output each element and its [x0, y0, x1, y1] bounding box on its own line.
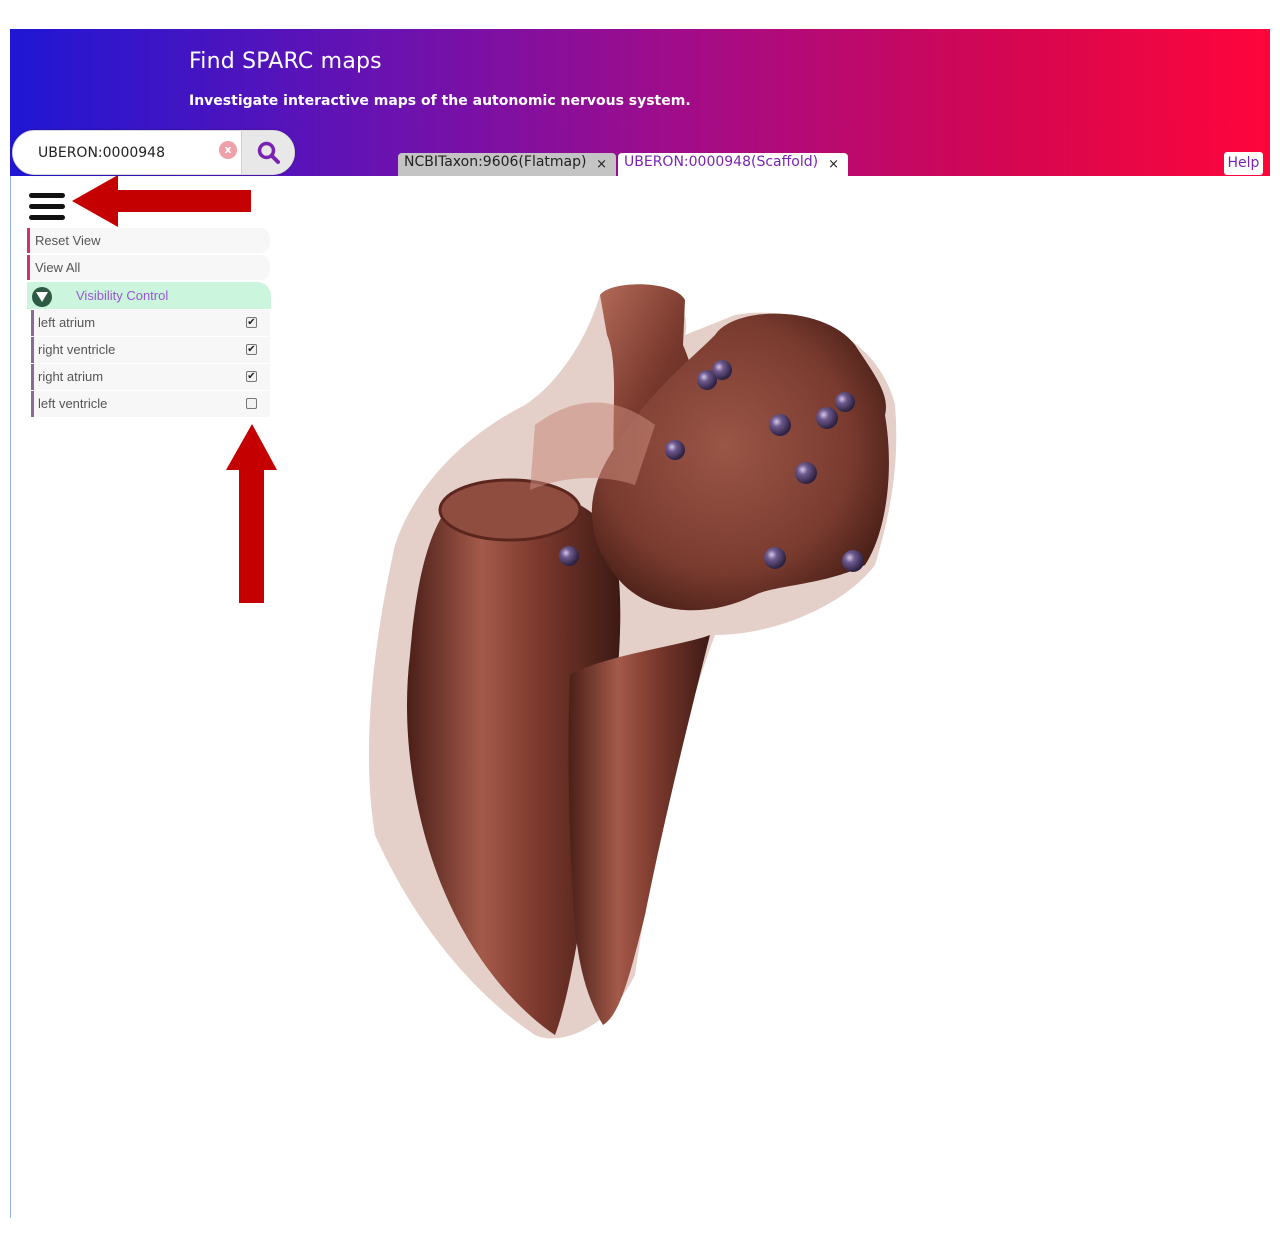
marker-point[interactable]: [842, 550, 864, 572]
visibility-item-label: left atrium: [38, 315, 96, 330]
tab-scaffold[interactable]: UBERON:0000948(Scaffold) ×: [618, 153, 848, 176]
search-input[interactable]: [13, 131, 241, 174]
annotation-arrow-left-icon: [72, 175, 251, 227]
search-button[interactable]: [241, 131, 294, 174]
marker-point[interactable]: [769, 414, 791, 436]
marker-point[interactable]: [835, 392, 855, 412]
clear-search-icon[interactable]: x: [219, 141, 237, 159]
hamburger-menu-icon[interactable]: [29, 193, 65, 221]
marker-point[interactable]: [665, 440, 685, 460]
left-ventricle-checkbox[interactable]: [246, 398, 257, 409]
visibility-item-left-atrium: left atrium ✔: [31, 310, 270, 336]
visibility-control-header[interactable]: Visibility Control: [27, 282, 271, 309]
visibility-control-label: Visibility Control: [76, 288, 169, 303]
visibility-item-right-ventricle: right ventricle ✔: [31, 337, 270, 363]
annotation-arrow-up-icon: [226, 424, 277, 603]
visibility-item-label: right atrium: [38, 369, 104, 384]
search-box: x: [12, 130, 295, 175]
visibility-item-label: right ventricle: [38, 342, 116, 357]
close-icon[interactable]: ×: [828, 157, 839, 172]
marker-point[interactable]: [712, 360, 732, 380]
heart-scaffold-viewer[interactable]: [355, 275, 905, 1055]
help-button[interactable]: Help: [1224, 152, 1263, 175]
close-icon[interactable]: ×: [596, 157, 607, 172]
visibility-item-right-atrium: right atrium ✔: [31, 364, 270, 390]
view-all-button[interactable]: View All: [27, 255, 270, 280]
marker-point[interactable]: [816, 407, 838, 429]
valve-ring: [438, 478, 582, 542]
page-subtitle: Investigate interactive maps of the auto…: [189, 93, 691, 109]
tab-flatmap[interactable]: NCBITaxon:9606(Flatmap) ×: [398, 153, 616, 176]
septum-wall: [568, 635, 710, 1025]
marker-point[interactable]: [795, 462, 817, 484]
marker-point[interactable]: [764, 547, 786, 569]
reset-view-button[interactable]: Reset View: [27, 228, 270, 253]
collapse-triangle-icon[interactable]: [32, 287, 52, 307]
page-title: Find SPARC maps: [189, 49, 382, 74]
tab-label: UBERON:0000948(Scaffold): [624, 154, 819, 170]
left-atrium-checkbox[interactable]: ✔: [246, 317, 257, 328]
tab-label: NCBITaxon:9606(Flatmap): [404, 154, 587, 170]
visibility-item-left-ventricle: left ventricle: [31, 391, 270, 417]
right-ventricle-checkbox[interactable]: ✔: [246, 344, 257, 355]
visibility-item-label: left ventricle: [38, 396, 108, 411]
marker-point[interactable]: [559, 546, 579, 566]
search-icon: [257, 141, 280, 164]
content-border: [10, 176, 11, 1218]
right-atrium-checkbox[interactable]: ✔: [246, 371, 257, 382]
